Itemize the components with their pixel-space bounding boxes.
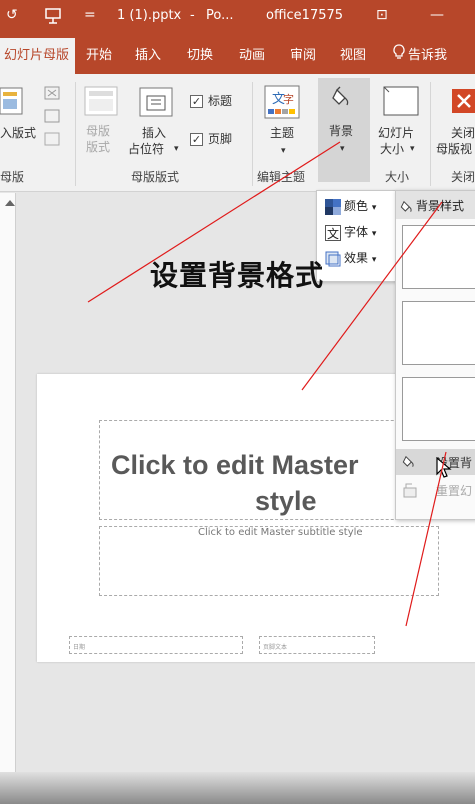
annotation-arrows [87,141,447,627]
tutorial-caption: 设置背景格式 [150,259,325,292]
bottom-shadow-bar [0,772,475,804]
annotation-arrow-to-format-background [405,451,447,627]
annotation-arrow-to-background-styles [301,201,443,391]
